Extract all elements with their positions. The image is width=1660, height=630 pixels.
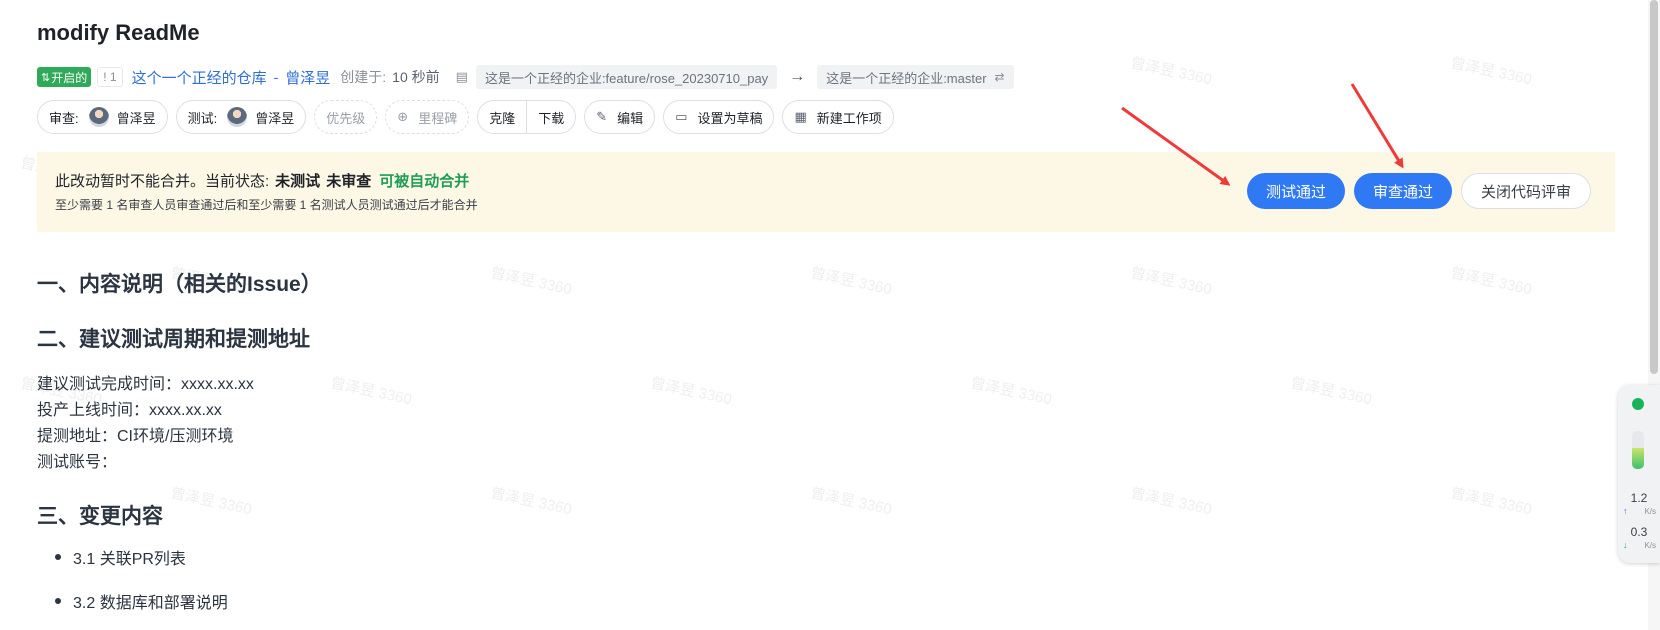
merge-icon: ⇅ [41,71,51,84]
watermark: 曾泽昱 3360 [168,484,254,519]
merge-status-line: 此改动暂时不能合并。当前状态: 未测试 未审查 可被自动合并 [55,170,469,191]
separator: - [273,69,279,85]
created-time: 10 秒前 [392,69,440,85]
status-dot-icon [1632,398,1644,410]
edit-label: 编辑 [617,110,644,126]
untested-status: 未测试 [275,173,321,190]
edit-button[interactable]: ✎ 编辑 [584,100,656,134]
network-speed-widget[interactable]: 1.2 ↑ K/s 0.3 ↓ K/s [1618,385,1660,563]
download-arrow-icon: ↓ [1623,540,1628,550]
watermark: 曾泽昱 3360 [968,374,1054,409]
watermark: 曾泽昱 3360 [488,264,574,299]
page-title: modify ReadMe [37,20,200,45]
watermark-layer: 曾泽昱 3360 曾泽昱 3360 曾泽昱 3360 曾泽昱 3360 曾泽昱 … [0,0,1660,630]
watermark: 曾泽昱 3360 [648,374,734,409]
scrollbar-thumb[interactable] [1650,0,1658,374]
action-chip-row: 审查: 曾泽昱 测试: 曾泽昱 优先级 ⊕ 里程碑 克隆 下载 ✎ 编辑 ▭ 设… [37,100,902,134]
watermark: 曾泽昱 3360 [1448,484,1534,519]
watermark: 曾泽昱 3360 [1128,54,1214,89]
watermark: 曾泽昱 3360 [1448,54,1534,89]
avatar [88,107,109,127]
list-item: 3.1 关联PR列表 [55,545,186,569]
close-review-button[interactable]: 关闭代码评审 [1461,173,1591,209]
target-branch[interactable]: 这是一个正经的企业:master ⇄ [817,65,1014,89]
source-branch[interactable]: 这是一个正经的企业:feature/rose_20230710_pay [475,65,778,89]
bullet-icon [55,598,61,604]
status-badge: ⇅ 开启的 [37,67,92,87]
watermark: 曾泽昱 3360 [808,484,894,519]
priority-chip[interactable]: 优先级 [314,100,378,134]
watermark: 曾泽昱 3360 [1288,374,1374,409]
count-badge: ! 1 [97,67,123,87]
avatar [227,107,248,127]
annotation-arrows [1121,83,1404,186]
tester-chip[interactable]: 测试: 曾泽昱 [175,100,307,134]
section-heading-1: 一、内容说明（相关的Issue） [37,273,322,296]
upload-arrow-icon: ↑ [1623,506,1628,516]
section-heading-3: 三、变更内容 [37,505,163,528]
list-item: 3.2 数据库和部署说明 [55,589,228,613]
branch-switch-icon[interactable]: ⇄ [995,70,1005,84]
status-badge-label: 开启的 [51,70,88,85]
milestone-label: 里程碑 [418,110,458,126]
usage-bar [1632,431,1644,469]
list-item-label: 3.2 数据库和部署说明 [73,595,228,612]
author-link[interactable]: 曾泽昱 [285,67,330,88]
body-line: 建议测试完成时间：xxxx.xx.xx [37,376,254,393]
body-line: 测试账号： [37,454,118,471]
auto-merge-status: 可被自动合并 [379,173,470,190]
copy-icon[interactable]: ▤ [456,69,468,85]
clone-download-group: 克隆 下载 [477,100,577,134]
set-draft-label: 设置为草稿 [697,110,763,126]
set-draft-button[interactable]: ▭ 设置为草稿 [663,100,775,134]
watermark: 曾泽昱 3360 [488,484,574,519]
reviewer-name: 曾泽昱 [116,110,156,126]
new-work-item-label: 新建工作项 [816,110,882,126]
repo-link[interactable]: 这个一个正经的仓库 [132,67,267,88]
upload-speed: 1.2 [1630,491,1648,505]
reviewer-chip[interactable]: 审查: 曾泽昱 [37,100,168,134]
tester-label: 测试: [187,110,218,126]
body-line: 投产上线时间：xxxx.xx.xx [37,402,222,419]
reviewer-label: 审查: [49,110,79,126]
watermark: 曾泽昱 3360 [808,264,894,299]
test-pass-button[interactable]: 测试通过 [1247,173,1345,209]
merge-requirement-text: 至少需要 1 名审查人员审查通过后和至少需要 1 名测试人员测试通过后才能合并 [55,198,478,212]
created-label: 创建于: [340,69,387,85]
edit-icon: ✎ [596,109,608,124]
branch-arrow: → [789,68,806,85]
watermark: 曾泽昱 3360 [328,374,414,409]
milestone-chip[interactable]: ⊕ 里程碑 [385,100,470,134]
review-pass-button[interactable]: 审查通过 [1354,173,1452,209]
download-unit: K/s [1644,541,1656,550]
work-item-icon: ▦ [794,109,807,124]
milestone-icon: ⊕ [397,109,409,124]
unreviewed-status: 未审查 [326,173,372,190]
draft-icon: ▭ [675,109,688,124]
bullet-icon [55,554,61,560]
merge-status-notice: 此改动暂时不能合并。当前状态: 未测试 未审查 可被自动合并 至少需要 1 名审查人员… [37,152,1615,232]
clone-button[interactable]: 克隆 [478,101,526,133]
list-item-label: 3.1 关联PR列表 [73,551,186,568]
watermark: 曾泽昱 3360 [1128,484,1214,519]
section-heading-2: 二、建议测试周期和提测地址 [37,328,310,351]
merge-status-prefix: 此改动暂时不能合并。当前状态: [55,173,270,190]
watermark: 曾泽昱 3360 [1448,264,1534,299]
pr-meta-row: ⇅ 开启的 ! 1 这个一个正经的仓库 - 曾泽昱 创建于: 10 秒前 ▤ 这… [37,65,1014,89]
upload-unit: K/s [1644,507,1656,516]
download-button[interactable]: 下载 [526,101,575,133]
body-line: 提测地址：CI环境/压测环境 [37,428,234,445]
tester-name: 曾泽昱 [255,110,295,126]
watermark: 曾泽昱 3360 [1128,264,1214,299]
download-speed: 0.3 [1630,525,1648,539]
target-branch-label: 这是一个正经的企业:master [826,70,987,86]
new-work-item-button[interactable]: ▦ 新建工作项 [782,100,894,134]
